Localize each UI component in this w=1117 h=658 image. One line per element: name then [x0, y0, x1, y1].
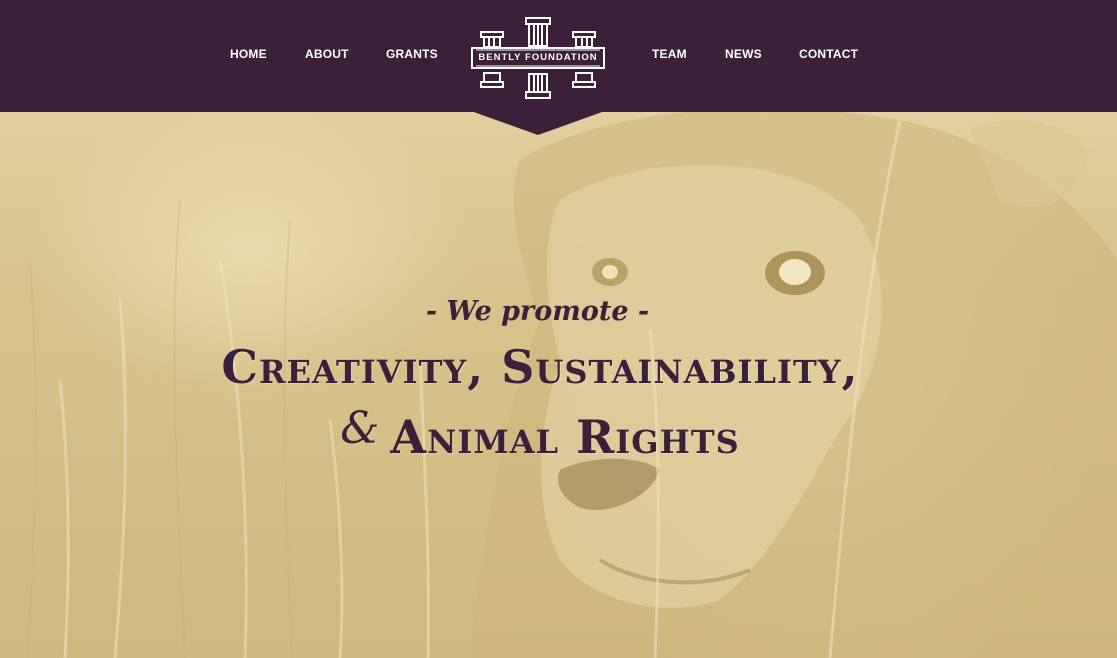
- logo-notch: [471, 111, 605, 135]
- hero-headline-animal-rights: Animal Rights: [390, 410, 740, 464]
- nav-news-link[interactable]: NEWS: [725, 47, 762, 61]
- nav-home-link[interactable]: HOME: [230, 47, 267, 61]
- hero-headline-line-2: & Animal Rights: [160, 403, 920, 464]
- hero-tagline: - We promote -: [425, 296, 650, 327]
- nav-about-link[interactable]: ABOUT: [305, 47, 349, 61]
- nav-grants-link[interactable]: GRANTS: [386, 47, 438, 61]
- hero-headline-line-1: Creativity, Sustainability,: [221, 340, 859, 394]
- ampersand: &: [340, 403, 381, 454]
- nav-team-link[interactable]: TEAM: [652, 47, 687, 61]
- bently-foundation-logo[interactable]: BENTLY FOUNDATION: [470, 16, 606, 100]
- logo-wordmark: BENTLY FOUNDATION: [478, 52, 598, 63]
- nav-contact-link[interactable]: CONTACT: [799, 47, 858, 61]
